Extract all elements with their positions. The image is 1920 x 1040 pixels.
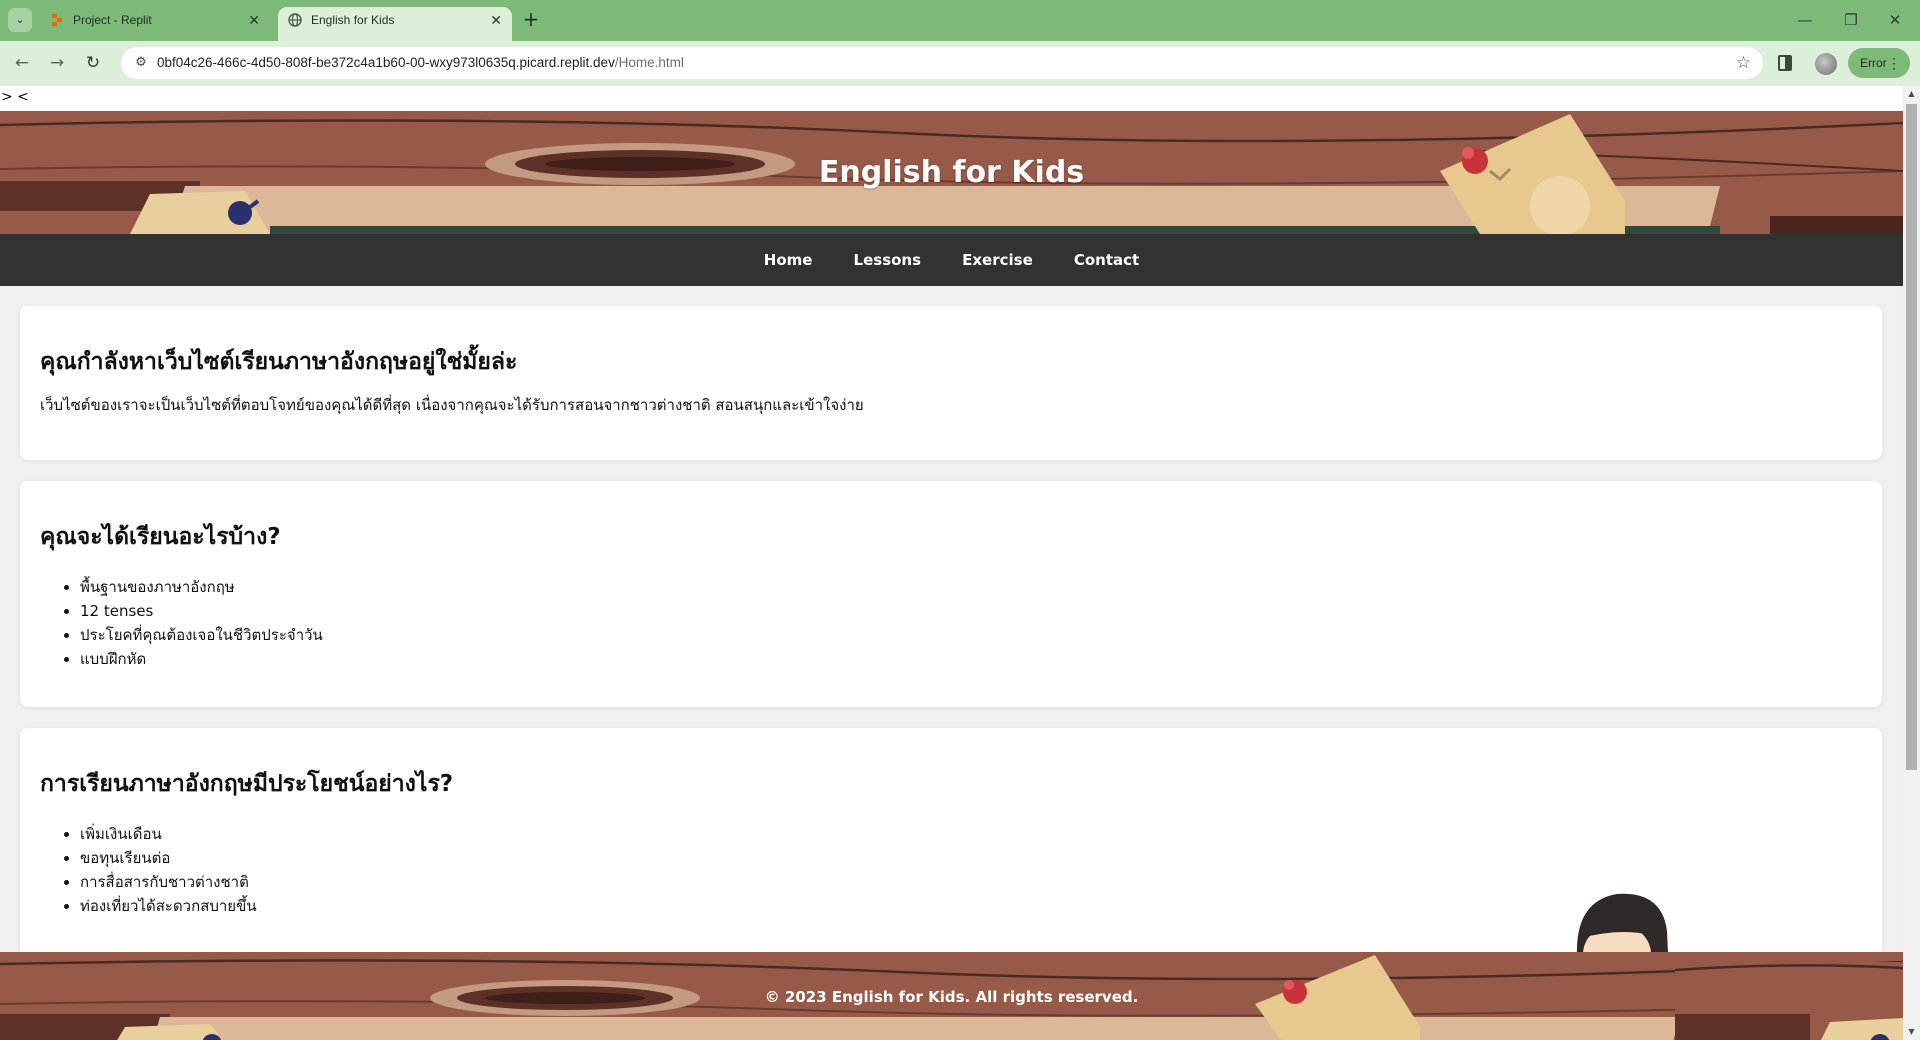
list-item: เพิ่มเงินเดือน <box>80 822 257 846</box>
globe-icon <box>288 13 302 27</box>
list-item: ประโยคที่คุณต้องเจอในชีวิตประจำวัน <box>80 623 323 647</box>
tab-title: Project - Replit <box>73 13 152 27</box>
what-you-learn-card: คุณจะได้เรียนอะไรบ้าง? พื้นฐานของภาษาอัง… <box>20 481 1882 707</box>
nav-lessons-link[interactable]: Lessons <box>854 234 922 286</box>
bookmark-star-icon[interactable]: ☆ <box>1736 47 1751 79</box>
scroll-down-arrow-icon[interactable]: ▼ <box>1906 1026 1917 1038</box>
list-item: ขอทุนเรียนต่อ <box>80 846 257 870</box>
tab-english-for-kids[interactable]: English for Kids ✕ <box>278 7 512 41</box>
browser-toolbar: ← → ↻ ⚙ 0bf04c26-466c-4d50-808f-be372c4a… <box>0 41 1920 86</box>
close-tab-icon[interactable]: ✕ <box>248 7 260 33</box>
hero-banner: English for Kids <box>0 111 1903 234</box>
nav-home-link[interactable]: Home <box>764 234 813 286</box>
site-title: English for Kids <box>818 155 1085 190</box>
footer: © 2023 English for Kids. All rights rese… <box>0 952 1903 1040</box>
intro-heading: คุณกำลังหาเว็บไซต์เรียนภาษาอังกฤษอยู่ใช่… <box>40 349 518 375</box>
main-nav: Home Lessons Exercise Contact <box>0 234 1903 286</box>
nav-exercise-link[interactable]: Exercise <box>962 234 1033 286</box>
profile-avatar[interactable] <box>1815 53 1837 75</box>
list-item: ท่องเที่ยวได้สะดวกสบายขึ้น <box>80 894 257 918</box>
restore-window-icon[interactable]: ❐ <box>1836 8 1866 32</box>
replit-icon <box>52 14 62 26</box>
page-viewport: > < English for Kids Home Lessons Exerci… <box>0 86 1920 1040</box>
stray-text: > < <box>0 86 1903 111</box>
site-info-icon[interactable]: ⚙ <box>131 53 151 73</box>
tab-search-button[interactable]: ⌄ <box>8 8 32 32</box>
minimize-window-icon[interactable]: — <box>1790 8 1820 32</box>
new-tab-plus-icon[interactable]: + <box>520 8 542 32</box>
benefits-list: เพิ่มเงินเดือน ขอทุนเรียนต่อ การสื่อสารก… <box>80 822 257 918</box>
scroll-up-arrow-icon[interactable]: ▲ <box>1906 88 1917 100</box>
more-menu-icon: ⋮ <box>1887 55 1901 71</box>
intro-card: คุณกำลังหาเว็บไซต์เรียนภาษาอังกฤษอยู่ใช่… <box>20 306 1882 460</box>
side-panel-icon[interactable] <box>1778 55 1792 71</box>
error-button[interactable]: Error ⋮ <box>1848 48 1910 78</box>
intro-text: เว็บไซต์ของเราจะเป็นเว็บไซต์ที่ตอบโจทย์ข… <box>40 396 864 414</box>
list-item: การสื่อสารกับชาวต่างชาติ <box>80 870 257 894</box>
reload-icon[interactable]: ↻ <box>79 49 107 77</box>
list-item: แบบฝึกหัด <box>80 647 323 671</box>
back-arrow-icon[interactable]: ← <box>8 49 36 77</box>
forward-arrow-icon[interactable]: → <box>43 49 71 77</box>
list-item: พื้นฐานของภาษาอังกฤษ <box>80 575 323 599</box>
tab-title: English for Kids <box>311 13 395 27</box>
close-tab-icon[interactable]: ✕ <box>490 7 502 33</box>
footer-copyright: © 2023 English for Kids. All rights rese… <box>764 988 1139 1006</box>
list-item: 12 tenses <box>80 599 323 623</box>
address-bar[interactable]: ⚙ 0bf04c26-466c-4d50-808f-be372c4a1b60-0… <box>121 47 1763 79</box>
what-you-learn-heading: คุณจะได้เรียนอะไรบ้าง? <box>40 524 281 550</box>
browser-tab-strip: ⌄ Project - Replit ✕ English for Kids ✕ … <box>0 0 1920 41</box>
close-window-icon[interactable]: ✕ <box>1880 8 1910 32</box>
scrollbar-thumb[interactable] <box>1906 104 1917 770</box>
nav-contact-link[interactable]: Contact <box>1074 234 1139 286</box>
benefits-heading: การเรียนภาษาอังกฤษมีประโยชน์อย่างไร? <box>40 771 454 797</box>
url-text[interactable]: 0bf04c26-466c-4d50-808f-be372c4a1b60-00-… <box>157 47 684 79</box>
what-you-learn-list: พื้นฐานของภาษาอังกฤษ 12 tenses ประโยคที่… <box>80 575 323 671</box>
tab-replit-project[interactable]: Project - Replit ✕ <box>40 7 270 41</box>
